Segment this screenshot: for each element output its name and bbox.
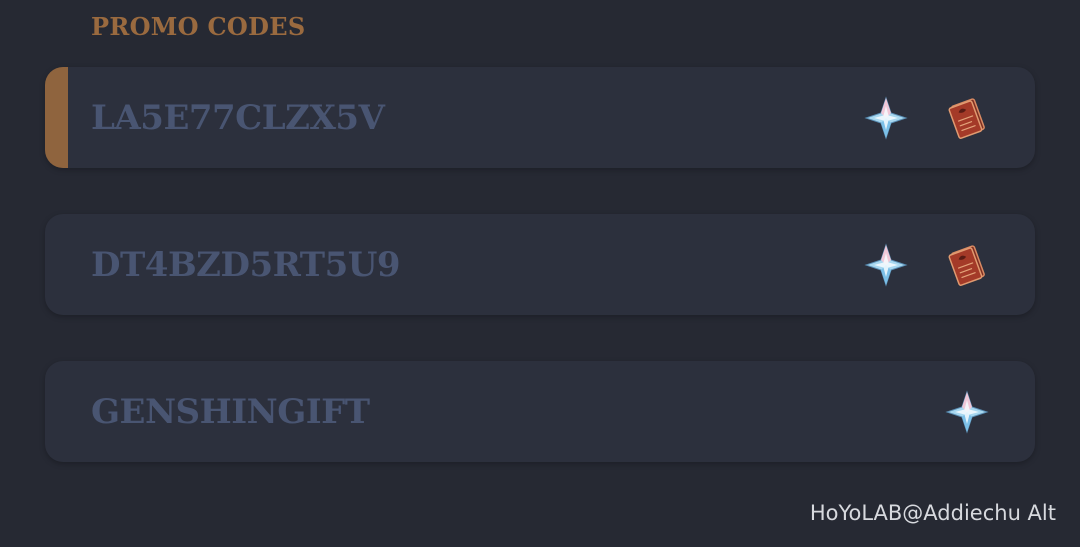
primogem-icon <box>864 242 908 287</box>
promo-code-text: DT4BZD5RT5U9 <box>91 244 401 285</box>
promo-code-card[interactable]: GENSHINGIFT <box>45 361 1035 462</box>
section-title: PROMO CODES <box>91 12 306 41</box>
reward-icons <box>945 389 989 434</box>
heros-wit-book-icon <box>948 244 985 286</box>
reward-icons <box>864 95 989 140</box>
promo-code-card[interactable]: DT4BZD5RT5U9 <box>45 214 1035 315</box>
promo-code-list: LA5E77CLZX5V DT4BZD5RT5U9 GENSHINGIFT <box>45 67 1035 508</box>
promo-code-text: LA5E77CLZX5V <box>91 97 385 138</box>
reward-icons <box>864 242 989 287</box>
watermark: HoYoLAB@Addiechu Alt <box>809 501 1056 525</box>
promo-code-card[interactable]: LA5E77CLZX5V <box>45 67 1035 168</box>
promo-code-text: GENSHINGIFT <box>91 391 370 432</box>
primogem-icon <box>945 389 989 434</box>
primogem-icon <box>864 95 908 140</box>
heros-wit-book-icon <box>948 97 985 139</box>
